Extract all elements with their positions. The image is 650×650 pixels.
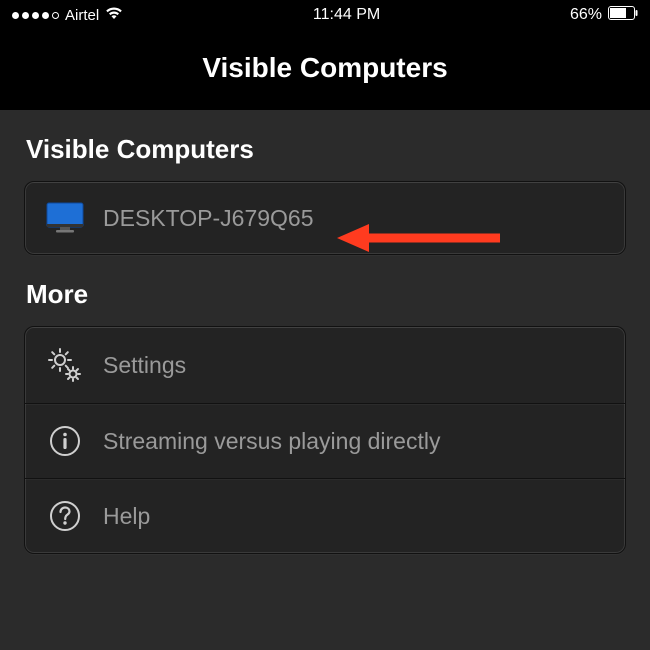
status-bar: Airtel 11:44 PM 66%: [0, 0, 650, 30]
info-icon: [45, 424, 85, 458]
status-right: 66%: [570, 6, 638, 25]
battery-percent: 66%: [570, 6, 602, 24]
computer-row[interactable]: DESKTOP-J679Q65: [25, 182, 625, 254]
monitor-icon: [45, 202, 85, 234]
wifi-icon: [105, 6, 123, 25]
settings-row[interactable]: Settings: [25, 327, 625, 404]
streaming-info-row[interactable]: Streaming versus playing directly: [25, 404, 625, 479]
visible-computers-group: DESKTOP-J679Q65: [24, 181, 626, 255]
page-header: Visible Computers: [0, 30, 650, 110]
status-left: Airtel: [12, 6, 123, 25]
more-group: Settings Streaming versus playing direct…: [24, 326, 626, 554]
section-title-visible-computers: Visible Computers: [0, 110, 650, 181]
signal-strength-icon: [12, 12, 59, 19]
gears-icon: [45, 347, 85, 383]
help-label: Help: [103, 503, 150, 530]
content: Visible Computers DESKTOP-J679Q65 More: [0, 110, 650, 554]
carrier-label: Airtel: [65, 7, 99, 24]
computer-name-label: DESKTOP-J679Q65: [103, 205, 314, 232]
page-title: Visible Computers: [0, 52, 650, 84]
help-row[interactable]: Help: [25, 479, 625, 553]
help-icon: [45, 499, 85, 533]
status-time: 11:44 PM: [123, 6, 570, 24]
settings-label: Settings: [103, 352, 186, 379]
streaming-info-label: Streaming versus playing directly: [103, 428, 440, 455]
section-title-more: More: [0, 255, 650, 326]
battery-icon: [608, 6, 638, 25]
